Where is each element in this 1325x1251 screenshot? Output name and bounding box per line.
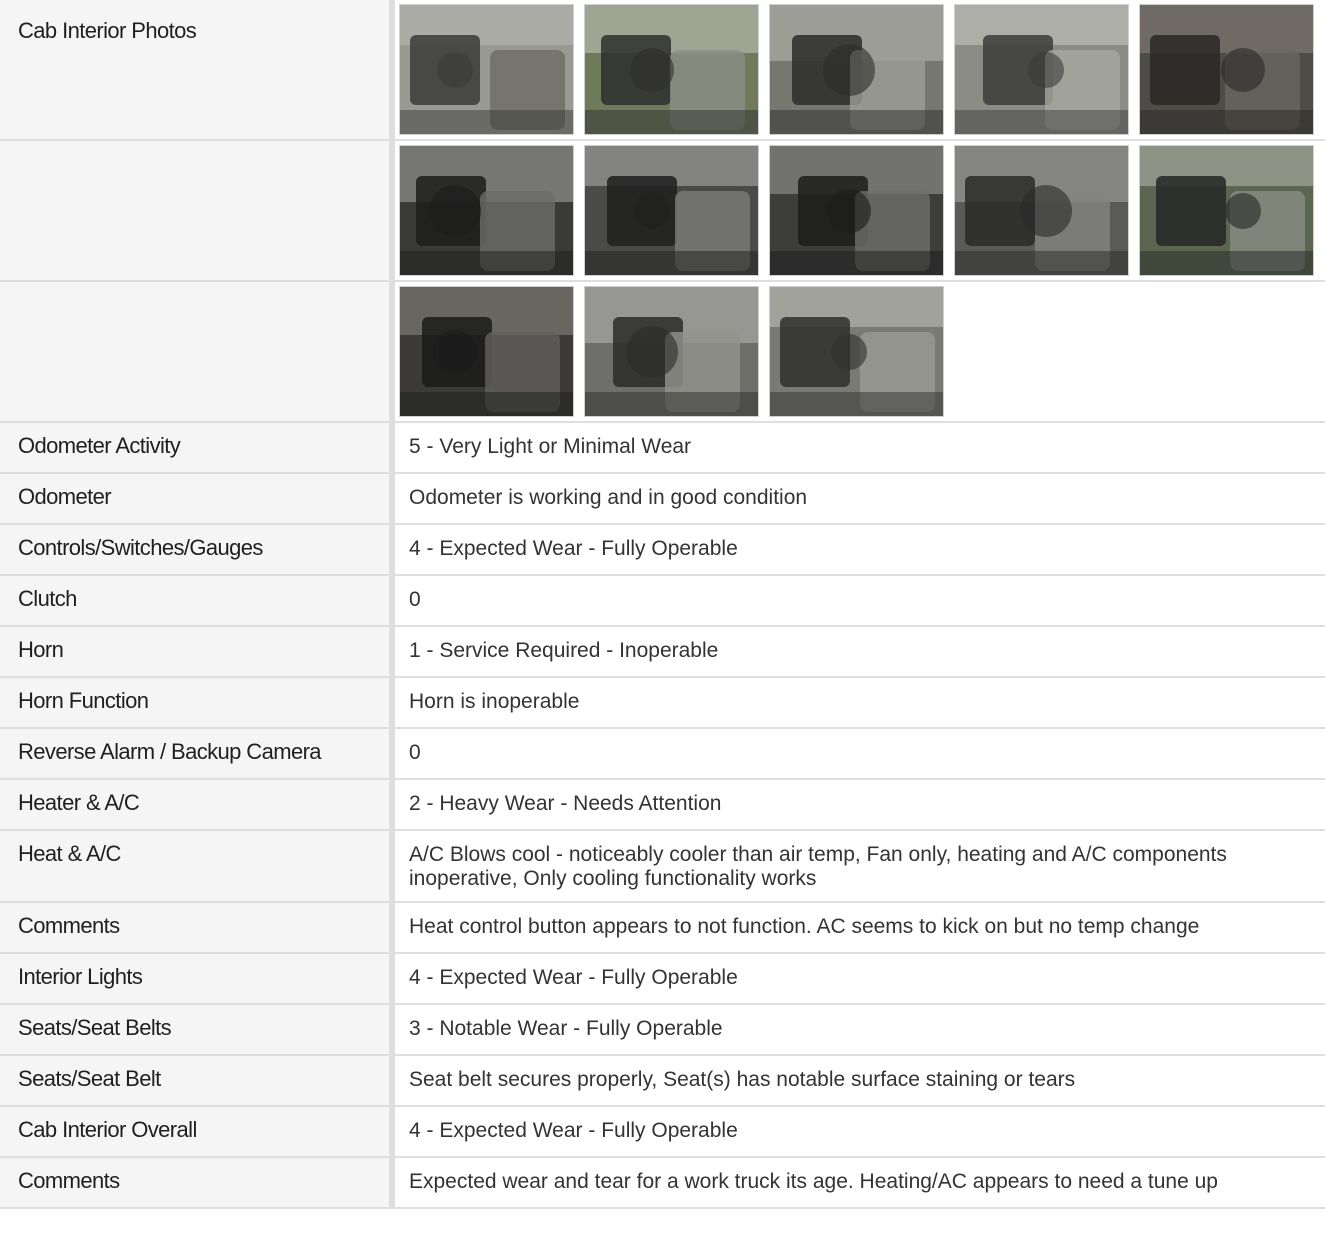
- photo-strip: [395, 282, 1325, 423]
- photo-image: [770, 287, 943, 416]
- photo-thumbnail-rear-view-cab[interactable]: [769, 286, 944, 417]
- photo-image: [770, 146, 943, 275]
- photo-thumbnail-door-panel[interactable]: [584, 4, 759, 135]
- photo-thumbnail-glove-box[interactable]: [954, 145, 1129, 276]
- photo-strip: [395, 0, 1325, 141]
- photo-image: [400, 5, 573, 134]
- row-value: 0: [395, 576, 1325, 627]
- photo-image: [1140, 5, 1313, 134]
- photo-image: [585, 146, 758, 275]
- detail-row: Comments Heat control button appears to n…: [0, 903, 1325, 954]
- photo-thumbnail-gauge-vent[interactable]: [584, 145, 759, 276]
- photo-thumbnail-rear-bench[interactable]: [584, 286, 759, 417]
- detail-row: Horn Function Horn is inoperable: [0, 678, 1325, 729]
- photos-label-cell: [0, 282, 395, 423]
- detail-row: Seats/Seat Belts 3 - Notable Wear - Fully…: [0, 1005, 1325, 1056]
- photo-image: [770, 5, 943, 134]
- row-value: Expected wear and tear for a work truck …: [395, 1158, 1325, 1209]
- detail-row: Controls/Switches/Gauges 4 - Expected Wea…: [0, 525, 1325, 576]
- row-label: Cab Interior Overall: [0, 1107, 395, 1158]
- row-label: Horn: [0, 627, 395, 678]
- cab-interior-photos-section: Cab Interior Photos: [0, 0, 1325, 423]
- detail-row: Heater & A/C 2 - Heavy Wear - Needs Atten…: [0, 780, 1325, 831]
- detail-row: Reverse Alarm / Backup Camera 0: [0, 729, 1325, 780]
- row-value: 5 - Very Light or Minimal Wear: [395, 423, 1325, 474]
- row-label: Horn Function: [0, 678, 395, 729]
- detail-row: Seats/Seat Belt Seat belt secures properl…: [0, 1056, 1325, 1107]
- row-value: Heat control button appears to not funct…: [395, 903, 1325, 954]
- photo-row: [0, 282, 1325, 423]
- photo-thumbnail-steering-wheel[interactable]: [399, 145, 574, 276]
- row-value: A/C Blows cool - noticeably cooler than …: [395, 831, 1325, 903]
- photo-strip: [395, 141, 1325, 282]
- photo-thumbnail-front-seats[interactable]: [954, 4, 1129, 135]
- row-value: 4 - Expected Wear - Fully Operable: [395, 525, 1325, 576]
- row-label: Comments: [0, 1158, 395, 1209]
- photo-thumbnail-rear-door[interactable]: [1139, 145, 1314, 276]
- photo-image: [400, 287, 573, 416]
- photo-thumbnail-dashboard-steering[interactable]: [769, 4, 944, 135]
- row-label: Odometer: [0, 474, 395, 525]
- row-value: 4 - Expected Wear - Fully Operable: [395, 1107, 1325, 1158]
- row-label: Heater & A/C: [0, 780, 395, 831]
- row-value: 1 - Service Required - Inoperable: [395, 627, 1325, 678]
- detail-row: Clutch 0: [0, 576, 1325, 627]
- row-label: Interior Lights: [0, 954, 395, 1005]
- row-label: Odometer Activity: [0, 423, 395, 474]
- photo-row: Cab Interior Photos: [0, 0, 1325, 141]
- inspection-report: Cab Interior Photos Odometer Activity 5 -…: [0, 0, 1325, 1209]
- row-label: Heat & A/C: [0, 831, 395, 903]
- photo-image: [955, 5, 1128, 134]
- row-value: Seat belt secures properly, Seat(s) has …: [395, 1056, 1325, 1107]
- inspection-details: Odometer Activity 5 - Very Light or Minim…: [0, 423, 1325, 1209]
- row-value: 2 - Heavy Wear - Needs Attention: [395, 780, 1325, 831]
- photos-section-label: Cab Interior Photos: [0, 0, 395, 141]
- photo-thumbnail-lower-dash[interactable]: [399, 286, 574, 417]
- photo-image: [955, 146, 1128, 275]
- row-label: Seats/Seat Belts: [0, 1005, 395, 1056]
- row-label: Controls/Switches/Gauges: [0, 525, 395, 576]
- row-value: 3 - Notable Wear - Fully Operable: [395, 1005, 1325, 1056]
- photo-image: [585, 287, 758, 416]
- photo-image: [1140, 146, 1313, 275]
- detail-row: Comments Expected wear and tear for a wor…: [0, 1158, 1325, 1209]
- photo-thumbnail-driver-door-open[interactable]: [399, 4, 574, 135]
- detail-row: Horn 1 - Service Required - Inoperable: [0, 627, 1325, 678]
- row-value: 0: [395, 729, 1325, 780]
- detail-row: Interior Lights 4 - Expected Wear - Fully…: [0, 954, 1325, 1005]
- row-label: Seats/Seat Belt: [0, 1056, 395, 1107]
- row-value: Odometer is working and in good conditio…: [395, 474, 1325, 525]
- row-value: Horn is inoperable: [395, 678, 1325, 729]
- row-value: 4 - Expected Wear - Fully Operable: [395, 954, 1325, 1005]
- photo-thumbnail-radio-controls[interactable]: [769, 145, 944, 276]
- photo-row: [0, 141, 1325, 282]
- row-label: Clutch: [0, 576, 395, 627]
- row-label: Comments: [0, 903, 395, 954]
- photo-image: [585, 5, 758, 134]
- photo-image: [400, 146, 573, 275]
- photos-label-cell: [0, 141, 395, 282]
- detail-row: Cab Interior Overall 4 - Expected Wear - …: [0, 1107, 1325, 1158]
- detail-row: Odometer Activity 5 - Very Light or Minim…: [0, 423, 1325, 474]
- row-label: Reverse Alarm / Backup Camera: [0, 729, 395, 780]
- detail-row: Odometer Odometer is working and in good …: [0, 474, 1325, 525]
- detail-row: Heat & A/C A/C Blows cool - noticeably co…: [0, 831, 1325, 903]
- photo-thumbnail-floor-mat[interactable]: [1139, 4, 1314, 135]
